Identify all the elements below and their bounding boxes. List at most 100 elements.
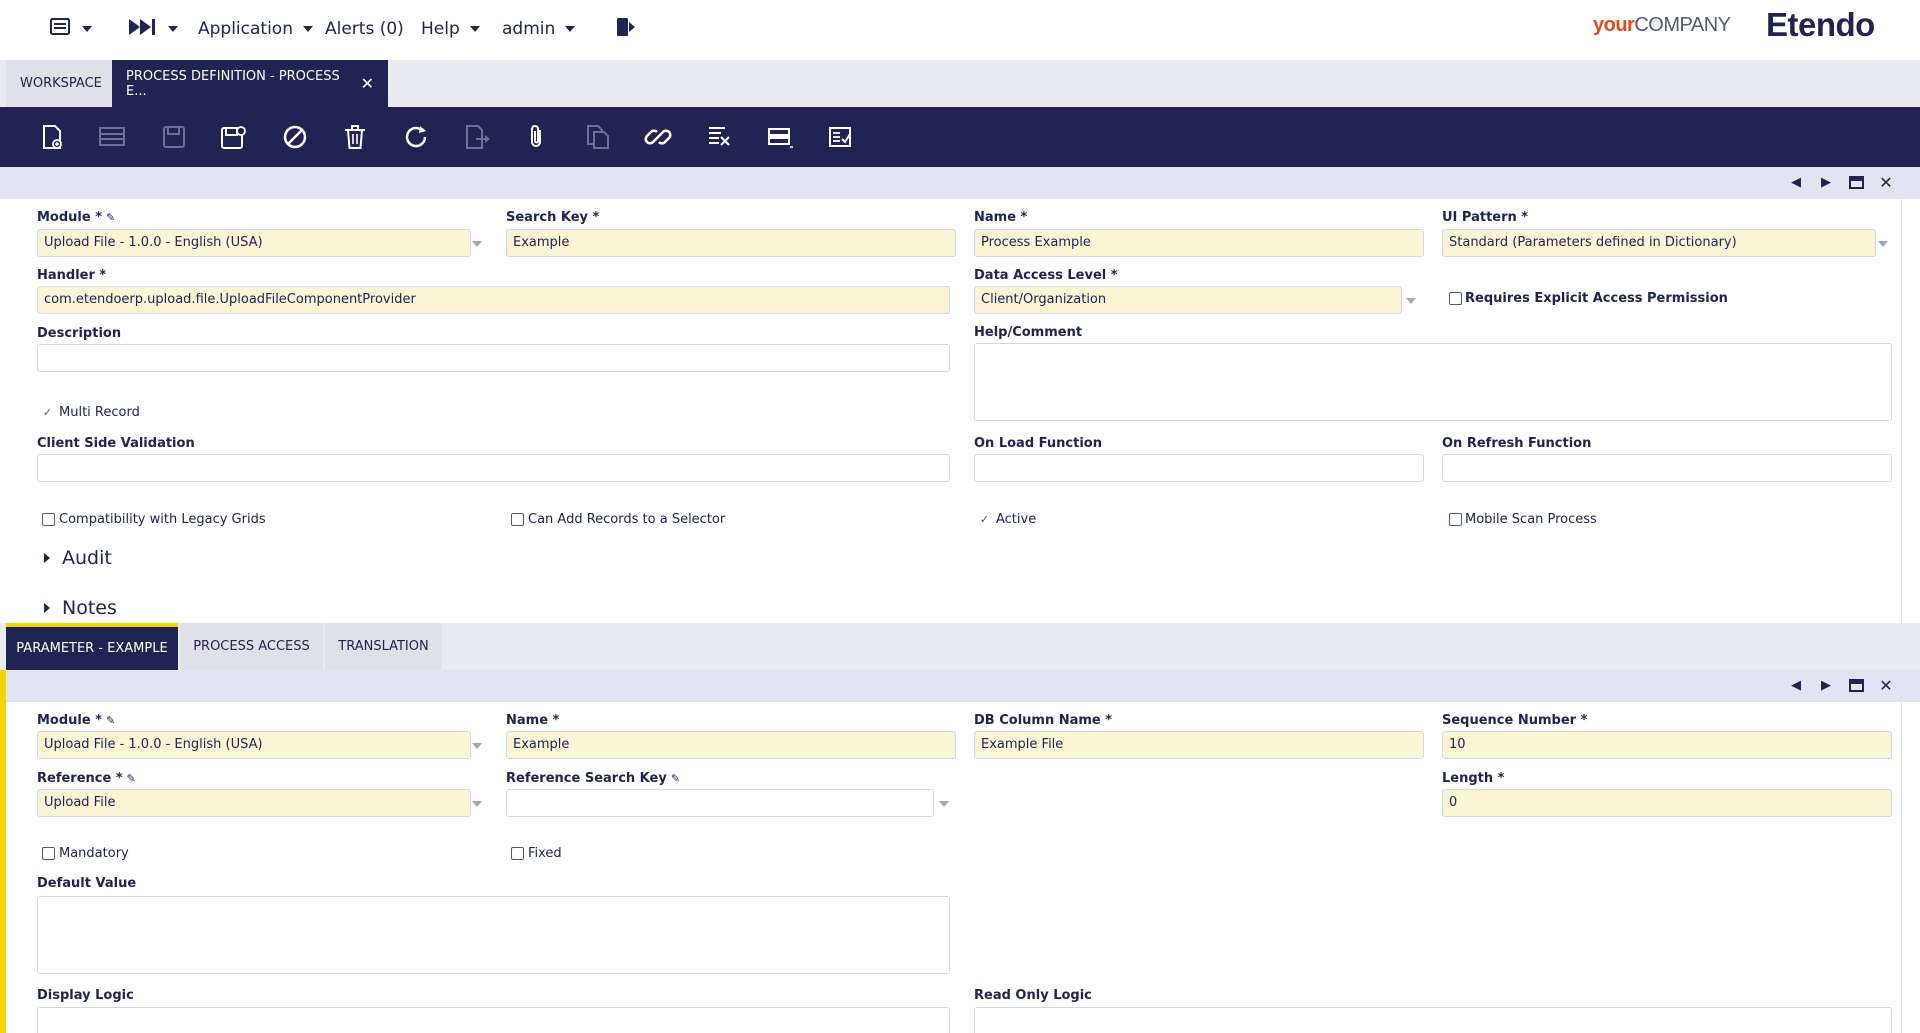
name-field[interactable]: Process Example [974,229,1424,257]
audit-trail-button[interactable] [703,121,735,153]
default-value-label: Default Value [37,876,137,891]
legacy-grids-checkbox[interactable] [42,513,55,526]
data-access-level-field[interactable]: Client/Organization [974,286,1402,314]
reference-field[interactable]: Upload File [37,789,471,817]
client-validation-field[interactable] [37,454,950,482]
help-comment-label: Help/Comment [974,325,1083,340]
save-button[interactable] [158,121,190,153]
tab-workspace-label: WORKSPACE [20,76,102,91]
on-refresh-function-field[interactable] [1442,454,1892,482]
link-button[interactable] [642,121,674,153]
display-logic-field[interactable] [37,1007,950,1033]
chevron-down-icon[interactable] [472,801,482,807]
add-records-checkbox[interactable] [511,513,524,526]
next-record-icon[interactable]: ▶ [1818,677,1834,693]
quick-launch-menu[interactable] [50,0,92,58]
sequence-number-field[interactable]: 10 [1442,731,1892,759]
parameter-panel-bar: ◀ ▶ ✕ [6,670,1920,702]
pin-icon: ✎ [670,772,681,785]
undo-icon [283,125,307,149]
export-button[interactable] [461,121,493,153]
recent-views-menu[interactable] [128,0,178,58]
read-only-logic-field[interactable] [974,1007,1892,1033]
delete-button[interactable] [339,121,371,153]
application-menu[interactable]: Application [198,0,313,58]
module-field[interactable]: Upload File - 1.0.0 - English (USA) [37,229,471,257]
tab-process-definition[interactable]: PROCESS DEFINITION - PROCESS E... ✕ [112,60,388,107]
fixed-label: Fixed [528,846,562,861]
attachment-icon [531,125,541,147]
param-module-field[interactable]: Upload File - 1.0.0 - English (USA) [37,731,471,759]
chevron-down-icon[interactable] [1406,298,1416,304]
new-document-button[interactable] [36,121,68,153]
close-icon[interactable]: ✕ [1878,676,1894,695]
display-logic-label: Display Logic [37,988,134,1003]
multi-record-checkbox[interactable]: ✓ [41,406,54,419]
refresh-button[interactable] [400,121,432,153]
new-document-icon [43,125,62,149]
on-load-function-field[interactable] [974,454,1424,482]
copy-record-button[interactable] [582,121,614,153]
length-field[interactable]: 0 [1442,789,1892,817]
chevron-down-icon [469,26,480,32]
save-close-button[interactable] [218,121,250,153]
requires-access-label: Requires Explicit Access Permission [1465,291,1728,306]
tab-parameter-label: PARAMETER - EXAMPLE [16,641,168,656]
previous-record-icon[interactable]: ◀ [1788,174,1804,190]
mobile-scan-checkbox[interactable] [1449,513,1462,526]
undo-button[interactable] [279,121,311,153]
chevron-down-icon[interactable] [472,743,482,749]
fixed-checkbox[interactable] [511,847,524,860]
chevron-down-icon[interactable] [939,801,949,807]
etendo-logo: Etendo [1766,6,1875,43]
search-key-field[interactable]: Example [506,229,956,257]
tab-translation[interactable]: TRANSLATION [325,623,442,670]
process-button[interactable] [824,121,856,153]
chevron-down-icon[interactable] [472,241,482,247]
previous-record-icon[interactable]: ◀ [1788,677,1804,693]
copy-record-icon [587,125,609,149]
reference-search-key-field[interactable] [506,789,934,817]
application-menu-label: Application [198,19,293,39]
reference-label: Reference * ✎ [37,771,136,786]
tab-workspace[interactable]: WORKSPACE [6,60,112,107]
next-record-icon[interactable]: ▶ [1818,174,1834,190]
notes-section-toggle[interactable]: Notes [44,597,117,619]
window-tab-strip: WORKSPACE PROCESS DEFINITION - PROCESS E… [0,60,1920,107]
handler-field[interactable]: com.etendoerp.upload.file.UploadFileComp… [37,286,950,314]
chevron-down-icon[interactable] [1878,241,1888,247]
active-checkbox[interactable]: ✓ [978,513,991,526]
maximize-icon[interactable] [1848,677,1864,693]
close-icon[interactable]: ✕ [1878,173,1894,192]
audit-section-label: Audit [62,547,112,569]
company-logo: yourCOMPANY [1593,14,1731,36]
param-name-label: Name * [506,713,560,728]
new-row-button[interactable] [97,121,129,153]
attachment-button[interactable] [521,121,553,153]
user-menu[interactable]: admin [502,0,576,58]
help-comment-field[interactable] [974,343,1892,421]
mandatory-label: Mandatory [59,846,129,861]
param-module-label: Module * ✎ [37,713,116,728]
description-field[interactable] [37,344,950,372]
tab-process-access[interactable]: PROCESS ACCESS [180,623,323,670]
close-icon[interactable]: ✕ [361,74,374,93]
toggle-view-button[interactable] [764,121,796,153]
mandatory-checkbox[interactable] [42,847,55,860]
alerts-label: Alerts (0) [325,19,404,39]
mobile-scan-label: Mobile Scan Process [1465,512,1597,527]
ui-pattern-field[interactable]: Standard (Parameters defined in Dictiona… [1442,229,1876,257]
audit-section-toggle[interactable]: Audit [44,547,112,569]
param-name-field[interactable]: Example [506,731,956,759]
maximize-icon[interactable] [1848,174,1864,190]
header-form-scrollbar[interactable]: ▲ ▼ [1901,199,1902,623]
child-tab-strip: PARAMETER - EXAMPLE PROCESS ACCESS TRANS… [0,623,1920,670]
default-value-field[interactable] [37,896,950,974]
help-menu[interactable]: Help [421,0,480,58]
db-column-name-field[interactable]: Example File [974,731,1424,759]
parameter-form-scrollbar[interactable]: ▲ ▼ [1901,702,1902,1033]
logout-button[interactable] [615,0,637,58]
alerts-link[interactable]: Alerts (0) [325,0,404,58]
requires-access-checkbox[interactable] [1449,292,1462,305]
tab-parameter[interactable]: PARAMETER - EXAMPLE [6,623,178,670]
